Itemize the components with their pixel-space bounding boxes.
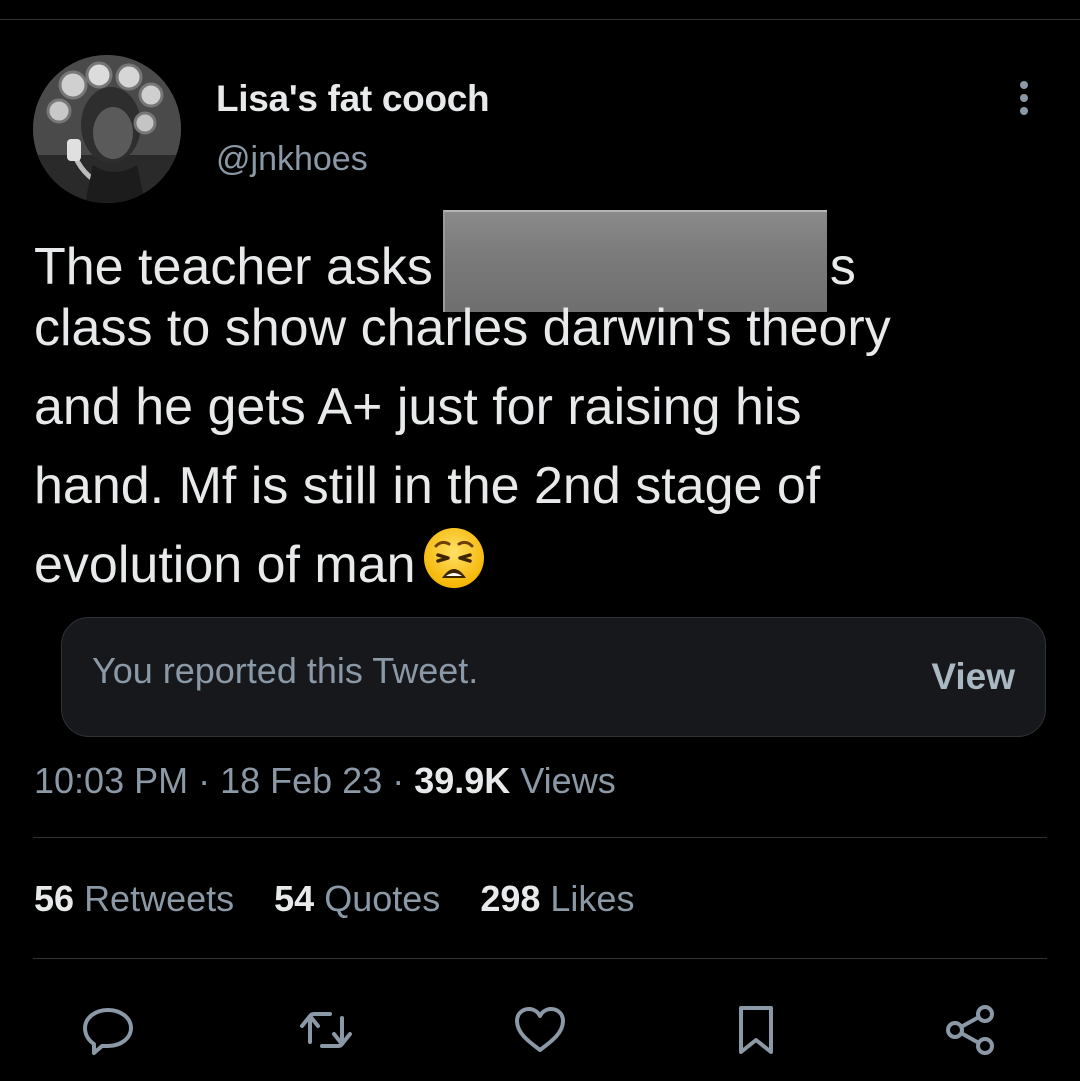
weary-face-emoji-icon xyxy=(423,528,484,588)
meta-separator: · xyxy=(392,760,405,801)
tweet-line: and he gets A+ just for raising his xyxy=(34,378,802,436)
quotes-stat[interactable]: 54 Quotes xyxy=(274,878,440,919)
tweet-line: class to show charles darwin's theory xyxy=(34,299,891,357)
bookmark-button[interactable] xyxy=(726,1000,786,1060)
share-icon xyxy=(946,1005,994,1055)
share-button[interactable] xyxy=(940,1000,1000,1060)
tweet-text-segment: s xyxy=(829,238,856,296)
reported-notice-text: You reported this Tweet. xyxy=(92,650,479,691)
tweet-line: hand. Mf is still in the 2nd stage of xyxy=(34,457,821,515)
divider xyxy=(33,837,1047,838)
top-divider xyxy=(0,19,1080,20)
views-count: 39.9K xyxy=(414,760,511,801)
reported-tweet-notice: You reported this Tweet. View xyxy=(61,617,1046,737)
more-dot-icon xyxy=(1020,81,1028,89)
more-options-button[interactable] xyxy=(1004,76,1044,120)
avatar[interactable] xyxy=(33,55,181,203)
retweets-label: Retweets xyxy=(84,878,235,919)
tweet-meta: 10:03 PM · 18 Feb 23 · 39.9K Views xyxy=(34,760,616,802)
like-icon xyxy=(515,1007,565,1052)
more-dot-icon xyxy=(1020,107,1028,115)
bookmark-icon xyxy=(739,1006,773,1054)
tweet-text: The teacher asks s class to show charles … xyxy=(34,210,1054,605)
divider xyxy=(33,958,1047,959)
display-name[interactable]: Lisa's fat cooch xyxy=(216,78,490,120)
meta-separator: · xyxy=(198,760,211,801)
tweet-time: 10:03 PM xyxy=(34,760,189,801)
quotes-count: 54 xyxy=(274,878,315,919)
views-label: Views xyxy=(520,760,616,801)
reply-button[interactable] xyxy=(78,1000,138,1060)
reply-icon xyxy=(83,1008,133,1055)
retweet-button[interactable] xyxy=(296,1000,356,1060)
retweet-icon xyxy=(300,1012,352,1048)
tweet-text-segment: evolution of man xyxy=(34,536,416,594)
user-handle[interactable]: @jnkhoes xyxy=(216,140,368,179)
retweets-stat[interactable]: 56 Retweets xyxy=(34,878,234,919)
tweet-line: The teacher asks s xyxy=(34,210,1054,312)
tweet-stats: 56 Retweets 54 Quotes 298 Likes xyxy=(34,878,664,920)
view-button[interactable]: View xyxy=(931,656,1015,698)
like-button[interactable] xyxy=(510,1000,570,1060)
likes-count: 298 xyxy=(480,878,541,919)
likes-stat[interactable]: 298 Likes xyxy=(480,878,634,919)
quotes-label: Quotes xyxy=(324,878,441,919)
retweets-count: 56 xyxy=(34,878,75,919)
tweet-line: evolution of man xyxy=(34,526,1054,605)
tweet-text-segment: The teacher asks xyxy=(34,238,433,296)
more-dot-icon xyxy=(1020,94,1028,102)
likes-label: Likes xyxy=(550,878,635,919)
tweet-date[interactable]: 18 Feb 23 xyxy=(220,760,382,801)
avatar-image xyxy=(33,55,181,203)
